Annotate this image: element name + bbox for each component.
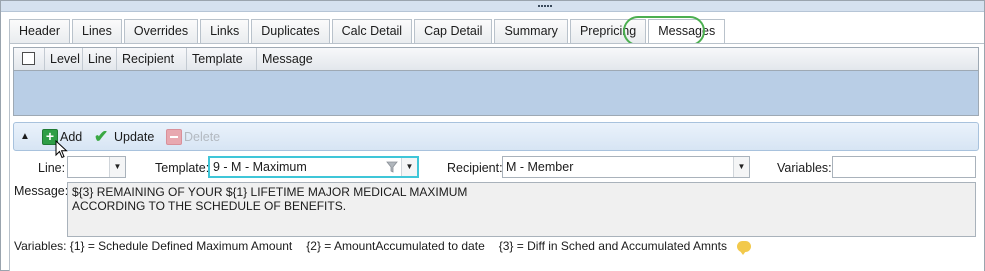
template-value: 9 - M - Maximum bbox=[213, 160, 307, 174]
tab-cap-detail[interactable]: Cap Detail bbox=[414, 19, 493, 43]
delete-button[interactable]: Delete bbox=[166, 127, 220, 147]
recipient-label: Recipient: bbox=[447, 161, 503, 175]
grid-header-row: Level Line Recipient Template Message bbox=[14, 48, 978, 71]
checkmark-icon: ✔ bbox=[94, 127, 109, 146]
variables-input[interactable] bbox=[832, 156, 976, 178]
line-label: Line: bbox=[38, 161, 66, 175]
variable-legend-2: {2} = AmountAccumulated to date bbox=[306, 239, 485, 253]
messages-grid[interactable]: Level Line Recipient Template Message bbox=[13, 47, 979, 116]
minus-icon bbox=[166, 129, 182, 145]
tab-messages[interactable]: Messages bbox=[648, 19, 726, 44]
message-line: ${3} REMAINING OF YOUR ${1} LIFETIME MAJ… bbox=[72, 185, 468, 199]
messages-panel: Header Lines Overrides Links Duplicates … bbox=[0, 0, 985, 271]
select-all-column bbox=[14, 48, 45, 70]
tab-overrides[interactable]: Overrides bbox=[123, 19, 199, 43]
recipient-dropdown[interactable]: M - Member ▼ bbox=[502, 156, 750, 178]
tab-strip: Header Lines Overrides Links Duplicates … bbox=[9, 19, 727, 44]
message-line: ACCORDING TO THE SCHEDULE OF BENEFITS. bbox=[72, 199, 347, 213]
template-dropdown[interactable]: 9 - M - Maximum ▼ bbox=[208, 156, 419, 178]
tab-links[interactable]: Links bbox=[200, 19, 250, 43]
filter-icon[interactable] bbox=[386, 161, 398, 173]
delete-button-label: Delete bbox=[184, 130, 221, 144]
line-dropdown[interactable]: ▼ bbox=[67, 156, 126, 178]
column-header-line[interactable]: Line bbox=[83, 48, 117, 70]
variables-label: Variables: bbox=[777, 161, 832, 175]
tab-prepricing[interactable]: Prepricing bbox=[569, 19, 647, 43]
update-button-label: Update bbox=[114, 130, 155, 144]
column-header-message[interactable]: Message bbox=[257, 48, 978, 70]
message-textarea[interactable]: ${3} REMAINING OF YOUR ${1} LIFETIME MAJ… bbox=[67, 182, 976, 237]
speech-bubble-icon[interactable] bbox=[737, 240, 752, 255]
splitter-grip[interactable] bbox=[538, 5, 556, 8]
variable-legend-3: {3} = Diff in Sched and Accumulated Amnt… bbox=[498, 239, 728, 253]
splitter-bar[interactable] bbox=[1, 1, 984, 12]
chevron-up-icon[interactable]: ▲ bbox=[20, 131, 30, 142]
chevron-down-icon[interactable]: ▼ bbox=[109, 157, 125, 177]
template-label: Template: bbox=[155, 161, 210, 175]
tab-lines[interactable]: Lines bbox=[72, 19, 122, 43]
column-header-level[interactable]: Level bbox=[45, 48, 83, 70]
column-header-template[interactable]: Template bbox=[187, 48, 257, 70]
variables-legend: Variables: {1} = Schedule Defined Maximu… bbox=[14, 239, 765, 255]
tab-header[interactable]: Header bbox=[9, 19, 70, 43]
column-header-recipient[interactable]: Recipient bbox=[117, 48, 187, 70]
chevron-down-icon[interactable]: ▼ bbox=[401, 158, 417, 176]
update-button[interactable]: ✔ Update bbox=[94, 127, 154, 147]
tab-calc-detail[interactable]: Calc Detail bbox=[331, 19, 413, 43]
variable-legend-1: Variables: {1} = Schedule Defined Maximu… bbox=[14, 239, 293, 253]
recipient-value: M - Member bbox=[506, 160, 574, 174]
select-all-checkbox[interactable] bbox=[22, 52, 35, 65]
message-label: Message: bbox=[14, 184, 69, 198]
tab-summary[interactable]: Summary bbox=[494, 19, 568, 43]
tab-duplicates[interactable]: Duplicates bbox=[251, 19, 330, 43]
chevron-down-icon[interactable]: ▼ bbox=[733, 157, 749, 177]
editor-toolbar: ▲ + Add ✔ Update Delete bbox=[13, 122, 979, 151]
